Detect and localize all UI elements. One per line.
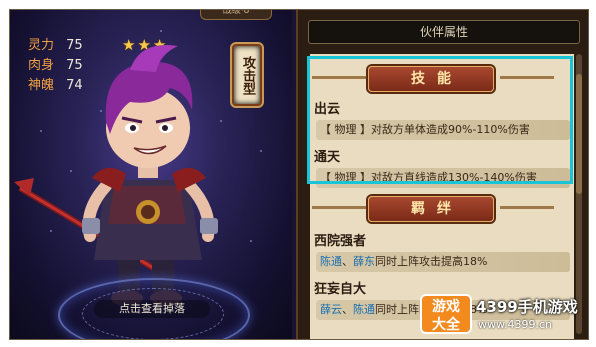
bond-effect: 同时上阵攻击提高18% bbox=[375, 255, 488, 268]
partner-link[interactable]: 薛东 bbox=[353, 255, 375, 268]
banner-divider bbox=[312, 206, 366, 209]
skills-banner: 技能 bbox=[368, 66, 494, 92]
banner-divider bbox=[500, 76, 554, 79]
panel-title: 伙伴属性 bbox=[308, 20, 580, 44]
separator: 、 bbox=[342, 255, 353, 268]
bond-name: 西院强者 bbox=[314, 234, 367, 249]
partner-link[interactable]: 陈通 bbox=[320, 255, 342, 268]
watermark-logo: 游戏 大全 bbox=[420, 294, 472, 334]
watermark-url: www.4399.cn bbox=[478, 318, 552, 331]
bonds-banner: 羁绊 bbox=[368, 196, 494, 222]
character-panel: 战级·8 灵力 75 肉身 75 神魄 74 ★★★ 攻击型 点击查看掉落 bbox=[10, 10, 292, 339]
separator: 、 bbox=[342, 303, 353, 316]
watermark-brand: 4399手机游戏 bbox=[476, 298, 578, 316]
banner-divider bbox=[500, 206, 554, 209]
skill-description: 【 物理 】对敌方单体造成90%-110%伤害 bbox=[316, 120, 570, 140]
scrollbar[interactable] bbox=[576, 54, 582, 334]
bond-name: 狂妄自大 bbox=[314, 282, 367, 297]
skill-name: 通天 bbox=[314, 150, 341, 165]
partner-link[interactable]: 陈通 bbox=[353, 303, 375, 316]
watermark-logo-top: 游戏 bbox=[432, 299, 460, 315]
view-drops-button[interactable]: 点击查看掉落 bbox=[94, 300, 210, 318]
watermark-logo-bottom: 大全 bbox=[432, 317, 460, 333]
game-window: 战级·8 灵力 75 肉身 75 神魄 74 ★★★ 攻击型 点击查看掉落 伙伴… bbox=[9, 9, 589, 340]
skill-description: 【 物理 】对敌方直线造成130%-140%伤害 bbox=[316, 168, 570, 188]
bond-description: 陈通、薛东同时上阵攻击提高18% bbox=[316, 252, 570, 272]
partner-link[interactable]: 薛云 bbox=[320, 303, 342, 316]
screenshot-frame: 战级·8 灵力 75 肉身 75 神魄 74 ★★★ 攻击型 点击查看掉落 伙伴… bbox=[0, 0, 596, 347]
banner-divider bbox=[312, 76, 366, 79]
skill-name: 出云 bbox=[314, 102, 341, 117]
partner-attributes-panel: 伙伴属性 技能 出云 【 物理 】对敌方单体造成90%-110%伤害 通天 【 … bbox=[296, 10, 588, 339]
scroll-thumb[interactable] bbox=[576, 74, 582, 194]
